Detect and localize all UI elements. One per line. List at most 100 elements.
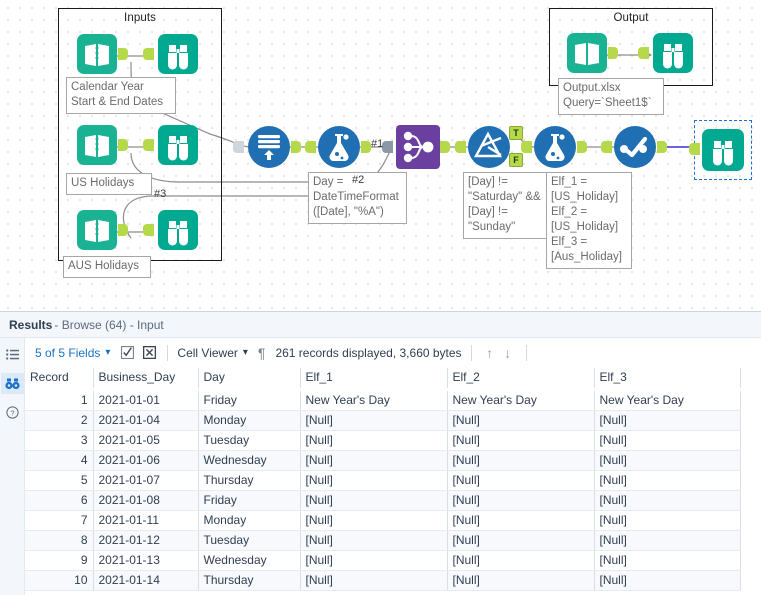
column-header-record[interactable]: Record [25,368,94,389]
cell-elf_1[interactable]: [Null] [300,430,448,451]
cell-record[interactable]: 3 [25,430,94,451]
cell-elf_1[interactable]: [Null] [300,410,448,431]
filter-expression-annotation[interactable]: [Day] != "Saturday" && [Day] != "Sunday" [463,172,551,239]
cell-elf_1[interactable]: [Null] [300,530,448,551]
cell-day[interactable]: Wednesday [198,550,301,571]
cell-record[interactable]: 7 [25,510,94,531]
calendar-year-annotation[interactable]: Calendar Year Start & End Dates [66,77,176,114]
cell-elf_3[interactable]: [Null] [594,470,741,491]
table-row[interactable]: 8 2021-01-12 Tuesday [Null] [Null] [Null] [25,530,741,551]
cell-record[interactable]: 10 [25,570,94,591]
cell-record[interactable]: 1 [25,389,94,411]
cell-business_day[interactable]: 2021-01-12 [93,530,199,551]
workflow-canvas[interactable]: Inputs Output T F Calendar Year Start & … [0,0,761,311]
cell-day[interactable]: Tuesday [198,430,301,451]
cell-elf_2[interactable]: [Null] [447,510,595,531]
formula-tool-day[interactable] [305,125,371,169]
cell-day[interactable]: Monday [198,410,301,431]
cell-day[interactable]: Friday [198,389,301,411]
cell-elf_1[interactable]: New Year's Day [300,389,448,411]
column-header-elf-2[interactable]: Elf_2 [447,368,595,389]
list-icon[interactable] [1,344,24,365]
cell-business_day[interactable]: 2021-01-08 [93,490,199,511]
cell-elf_2[interactable]: [Null] [447,530,595,551]
table-row[interactable]: 9 2021-01-13 Wednesday [Null] [Null] [Null] [25,550,741,571]
cell-elf_2[interactable]: New Year's Day [447,389,595,411]
input-tool-us-holidays[interactable] [76,124,128,166]
cell-elf_2[interactable]: [Null] [447,450,595,471]
cell-record[interactable]: 6 [25,490,94,511]
cell-day[interactable]: Friday [198,490,301,511]
cell-day[interactable]: Tuesday [198,530,301,551]
cell-elf_3[interactable]: [Null] [594,530,741,551]
cell-viewer-chevron-down-icon[interactable]: ▾ [243,347,248,358]
cell-business_day[interactable]: 2021-01-06 [93,450,199,471]
table-row[interactable]: 1 2021-01-01 Friday New Year's Day New Year'… [25,389,741,411]
filter-false-port[interactable]: F [509,153,523,167]
table-row[interactable]: 10 2021-01-14 Thursday [Null] [Null] [Null] [25,570,741,591]
cell-record[interactable]: 8 [25,530,94,551]
cell-elf_3[interactable]: [Null] [594,430,741,451]
cell-elf_1[interactable]: [Null] [300,470,448,491]
cell-elf_3[interactable]: [Null] [594,570,741,591]
table-row[interactable]: 2 2021-01-04 Monday [Null] [Null] [Null] [25,410,741,431]
cell-elf_3[interactable]: [Null] [594,450,741,471]
cell-elf_3[interactable]: [Null] [594,510,741,531]
pilcrow-icon[interactable]: ¶ [258,345,266,361]
cell-business_day[interactable]: 2021-01-07 [93,470,199,491]
clear-box-icon[interactable] [141,345,158,360]
cell-record[interactable]: 2 [25,410,94,431]
cell-record[interactable]: 9 [25,550,94,571]
cell-day[interactable]: Thursday [198,570,301,591]
aus-holidays-annotation[interactable]: AUS Holidays [63,256,151,278]
cell-business_day[interactable]: 2021-01-14 [93,570,199,591]
output-file-annotation[interactable]: Output.xlsx Query=`Sheet1$` [558,78,664,115]
scroll-up-arrow-icon[interactable]: ↑ [481,345,499,361]
join-multiple-tool[interactable] [382,125,450,169]
cell-day[interactable]: Monday [198,510,301,531]
browse-tool-aus-holidays[interactable] [143,209,199,251]
fields-selector[interactable]: 5 of 5 Fields [35,346,100,360]
input-tool-aus-holidays[interactable] [76,209,128,251]
select-tool[interactable] [601,125,667,169]
table-row[interactable]: 4 2021-01-06 Wednesday [Null] [Null] [Null] [25,450,741,471]
column-header-elf-1[interactable]: Elf_1 [300,368,448,389]
results-grid[interactable]: Record Business_Day Day Elf_1 Elf_2 Elf_… [25,368,761,595]
table-row[interactable]: 3 2021-01-05 Tuesday [Null] [Null] [Null] [25,430,741,451]
cell-day[interactable]: Wednesday [198,450,301,471]
table-row[interactable]: 5 2021-01-07 Thursday [Null] [Null] [Null] [25,470,741,491]
filter-tool[interactable]: T F [455,125,523,169]
cell-elf_3[interactable]: New Year's Day [594,389,741,411]
cell-record[interactable]: 4 [25,450,94,471]
table-row[interactable]: 7 2021-01-11 Monday [Null] [Null] [Null] [25,510,741,531]
cell-elf_1[interactable]: [Null] [300,510,448,531]
input-tool-calendar-year[interactable] [76,33,128,75]
cell-elf_1[interactable]: [Null] [300,570,448,591]
cell-business_day[interactable]: 2021-01-04 [93,410,199,431]
output-input-tool[interactable] [566,32,618,74]
column-header-day[interactable]: Day [198,368,301,389]
cell-elf_3[interactable]: [Null] [594,410,741,431]
cell-elf_3[interactable]: [Null] [594,490,741,511]
column-header-elf-3[interactable]: Elf_3 [594,368,741,389]
union-tool[interactable] [233,125,301,169]
cell-elf_2[interactable]: [Null] [447,570,595,591]
cell-business_day[interactable]: 2021-01-11 [93,510,199,531]
cell-elf_2[interactable]: [Null] [447,470,595,491]
help-icon[interactable]: ? [1,402,24,423]
column-header-business-day[interactable]: Business_Day [93,368,199,389]
cell-elf_2[interactable]: [Null] [447,410,595,431]
cell-record[interactable]: 5 [25,470,94,491]
cell-day[interactable]: Thursday [198,470,301,491]
cell-elf_2[interactable]: [Null] [447,550,595,571]
cell-elf_1[interactable]: [Null] [300,450,448,471]
table-row[interactable]: 6 2021-01-08 Friday [Null] [Null] [Null] [25,490,741,511]
cell-elf_2[interactable]: [Null] [447,490,595,511]
us-holidays-annotation[interactable]: US Holidays [66,173,152,195]
browse-binoculars-icon[interactable] [0,373,24,394]
cell-viewer-selector[interactable]: Cell Viewer [177,346,237,360]
browse-tool-calendar[interactable] [143,33,199,75]
cell-business_day[interactable]: 2021-01-01 [93,389,199,411]
fields-chevron-down-icon[interactable]: ▾ [105,347,110,358]
cell-elf_1[interactable]: [Null] [300,550,448,571]
